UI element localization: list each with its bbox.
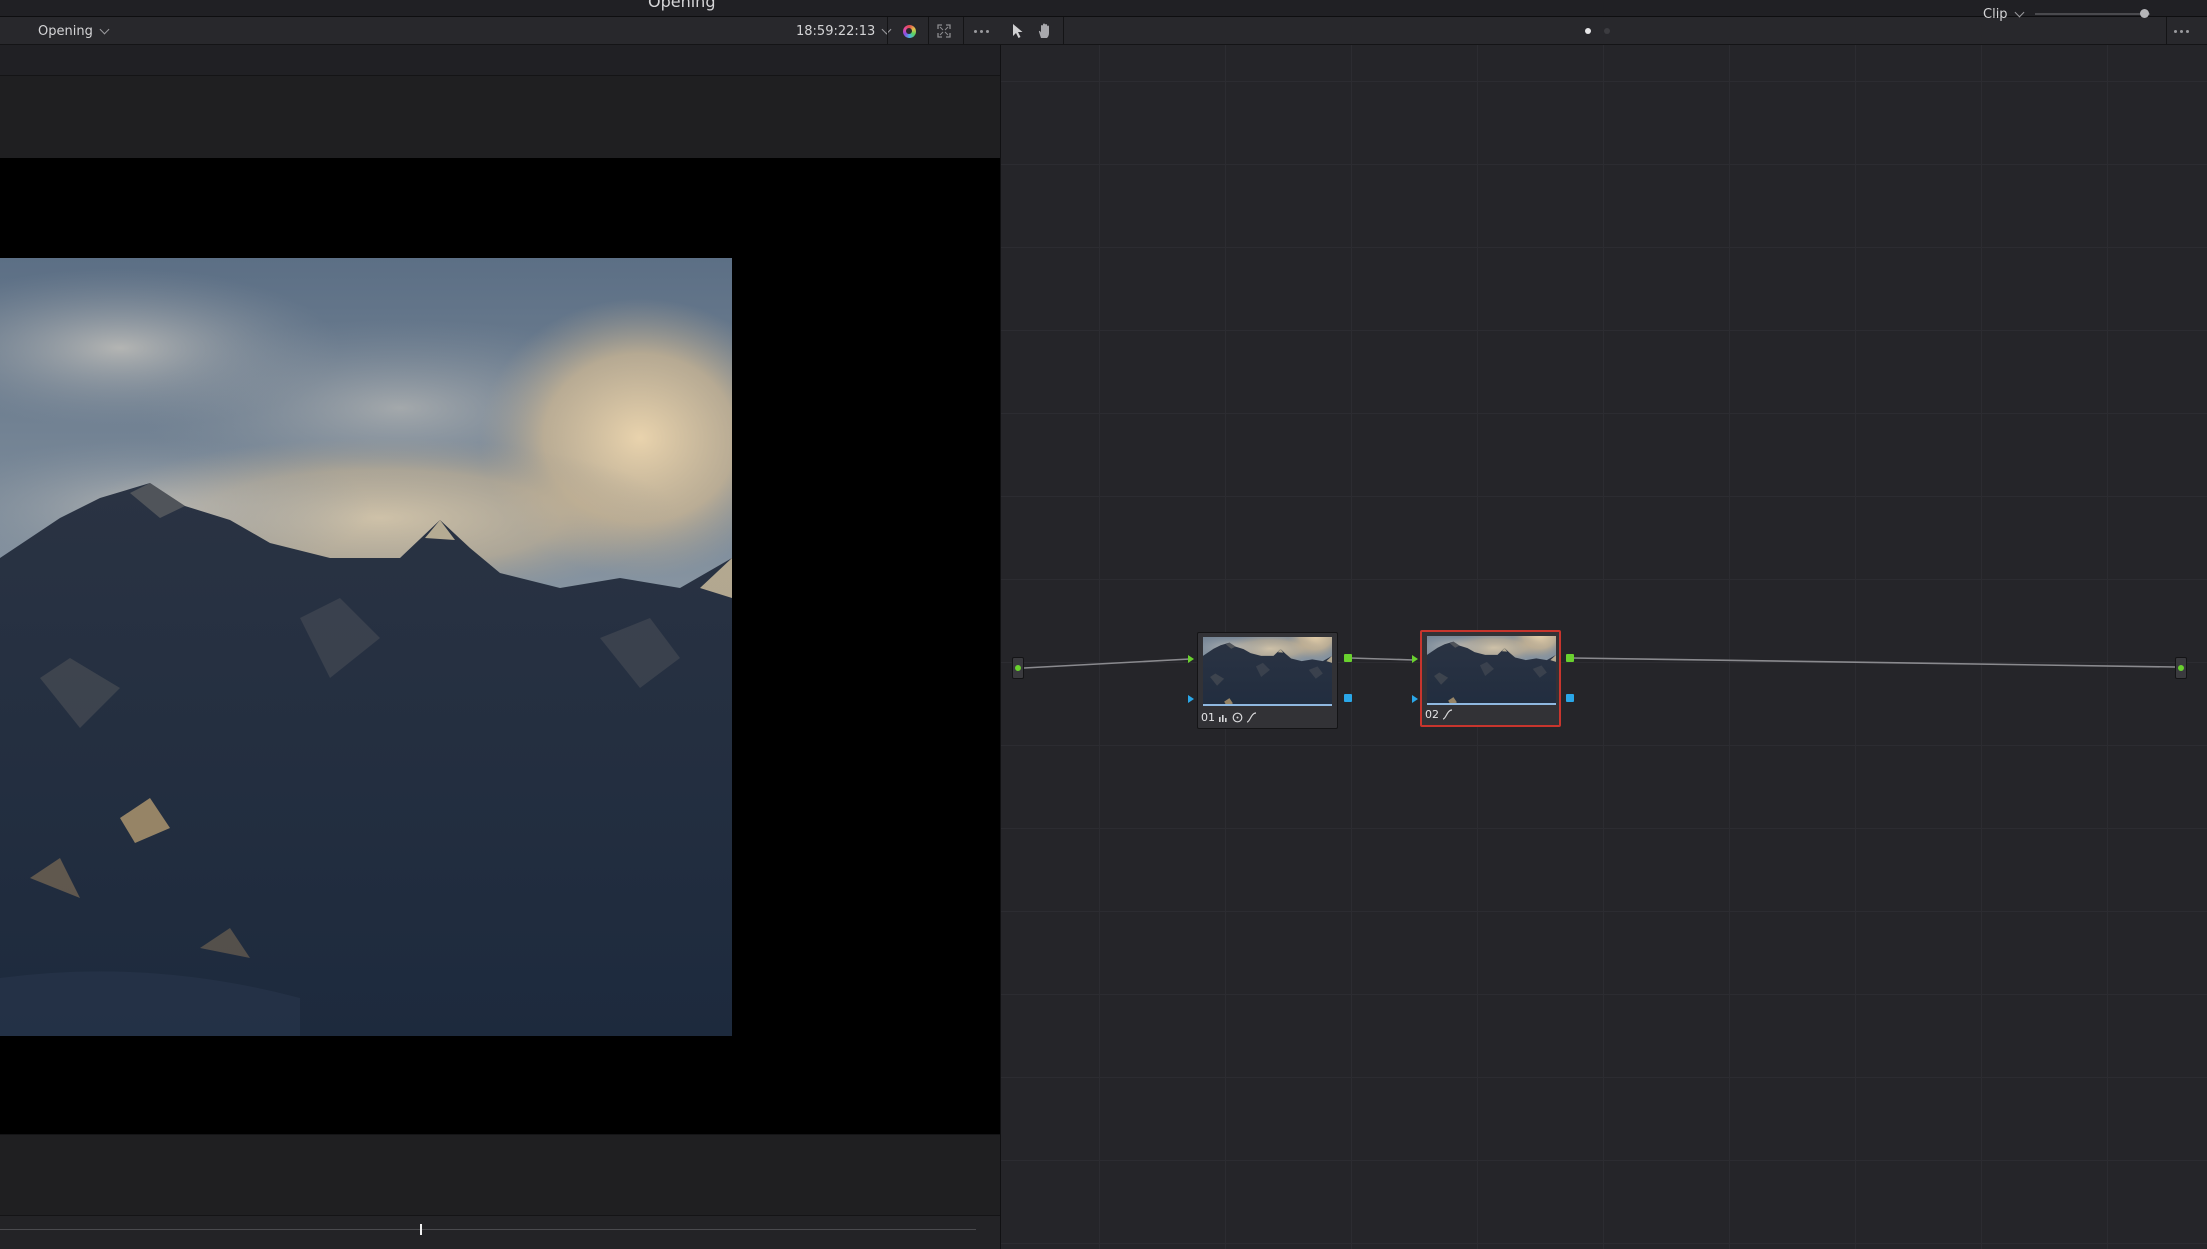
clip-selector[interactable]: Opening	[38, 23, 110, 39]
color-node-02[interactable]: 02	[1420, 630, 1561, 727]
page-indicator-active[interactable]	[1585, 28, 1591, 34]
viewer-info-bar	[0, 45, 1000, 76]
node-thumbnail	[1427, 636, 1556, 705]
playhead[interactable]	[419, 1224, 422, 1235]
viewer-panel[interactable]	[0, 76, 1000, 1135]
scrubber-track[interactable]	[0, 1229, 976, 1230]
node-02-key-output[interactable]	[1566, 694, 1574, 702]
levels-icon	[1219, 714, 1227, 722]
viewer-bottom-bar	[0, 1134, 1000, 1215]
node-01-key-input[interactable]	[1188, 695, 1194, 703]
viewer-image	[0, 258, 732, 1036]
viewer-letterbox	[0, 158, 1000, 1135]
color-wheel-icon[interactable]	[898, 21, 920, 41]
timecode-display: 18:59:22:13	[796, 23, 876, 39]
window-title: Opening	[648, 0, 716, 11]
node-mode-label: Clip	[1983, 6, 2008, 22]
page-indicator[interactable]	[1604, 28, 1610, 34]
node-01-rgb-output[interactable]	[1344, 654, 1352, 662]
node-02-rgb-input[interactable]	[1412, 655, 1418, 663]
pointer-icon[interactable]	[1007, 21, 1029, 41]
node-label: 01	[1201, 710, 1257, 724]
more-options-icon[interactable]	[970, 21, 992, 41]
timecode-selector[interactable]: 18:59:22:13	[796, 23, 892, 39]
node-02-rgb-output[interactable]	[1566, 654, 1574, 662]
curve-icon	[1246, 711, 1257, 723]
node-number: 01	[1201, 710, 1215, 724]
node-01-rgb-input[interactable]	[1188, 655, 1194, 663]
zoom-slider-track[interactable]	[2035, 13, 2150, 15]
curve-icon	[1442, 708, 1453, 720]
timeline-scrubber[interactable]	[0, 1215, 1000, 1249]
node-graph[interactable]	[1000, 45, 2207, 1249]
node-label: 02	[1425, 707, 1453, 721]
node-thumbnail	[1203, 637, 1332, 706]
node-01-key-output[interactable]	[1344, 694, 1352, 702]
clip-name: Opening	[38, 23, 93, 39]
node-02-key-input[interactable]	[1412, 695, 1418, 703]
chevron-down-icon	[2014, 7, 2025, 17]
output-node[interactable]	[2175, 657, 2187, 679]
chevron-down-icon	[99, 24, 110, 34]
more-options-icon[interactable]	[2170, 21, 2192, 41]
viewer-toolbar: Opening 18:59:22:13	[0, 17, 1000, 45]
circle-window-icon	[1232, 712, 1243, 722]
fullscreen-icon[interactable]	[933, 21, 955, 41]
node-mode-selector[interactable]: Clip	[1983, 6, 2025, 22]
window-title-bar: Opening	[0, 0, 2207, 17]
hand-icon[interactable]	[1033, 21, 1055, 41]
color-node-01[interactable]: 01	[1197, 632, 1338, 729]
source-input-node[interactable]	[1012, 657, 1024, 679]
node-number: 02	[1425, 707, 1439, 721]
